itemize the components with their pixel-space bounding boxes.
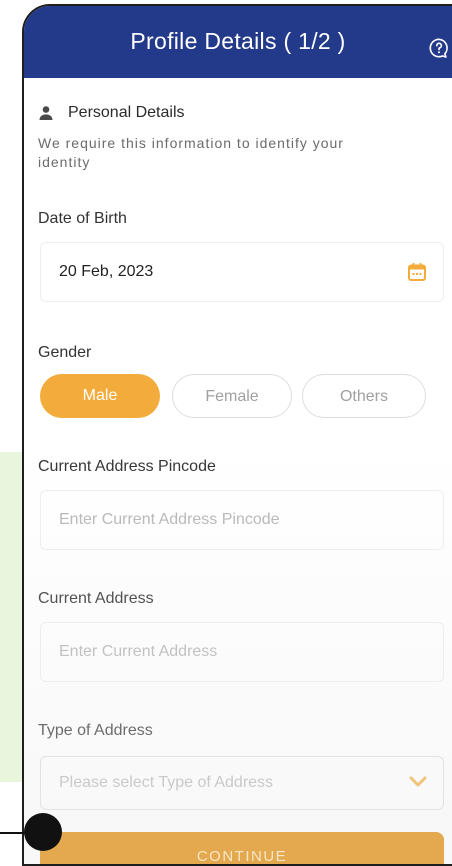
gender-selector: Male Female Others — [40, 374, 450, 418]
gender-option-others[interactable]: Others — [302, 374, 426, 418]
page-title: Profile Details ( 1/2 ) — [130, 28, 346, 54]
pincode-placeholder: Enter Current Address Pincode — [59, 511, 280, 528]
address-label: Current Address — [38, 590, 154, 607]
section-title: Personal Details — [68, 104, 185, 121]
gender-option-female[interactable]: Female — [172, 374, 292, 418]
address-type-placeholder: Please select Type of Address — [59, 774, 274, 791]
dob-field[interactable]: 20 Feb, 2023 — [40, 242, 444, 302]
help-chat-icon[interactable] — [428, 37, 450, 59]
continue-button[interactable]: CONTINUE — [40, 832, 444, 864]
gender-option-male[interactable]: Male — [40, 374, 160, 418]
section-header: Personal Details — [38, 104, 185, 122]
calendar-icon[interactable] — [407, 262, 427, 282]
gender-label: Gender — [38, 344, 92, 361]
chevron-down-icon — [409, 776, 427, 787]
dob-value: 20 Feb, 2023 — [59, 263, 154, 280]
address-type-select[interactable]: Please select Type of Address — [40, 756, 444, 810]
person-icon — [39, 106, 53, 120]
app-header: Profile Details ( 1/2 ) — [24, 6, 452, 78]
pincode-label: Current Address Pincode — [38, 458, 216, 475]
pincode-input[interactable]: Enter Current Address Pincode — [40, 490, 444, 550]
address-type-label: Type of Address — [38, 722, 153, 739]
address-input[interactable]: Enter Current Address — [40, 622, 444, 682]
section-subtitle: We require this information to identify … — [38, 135, 344, 170]
phone-screen: Profile Details ( 1/2 ) Personal Details… — [22, 4, 452, 866]
address-placeholder: Enter Current Address — [59, 643, 218, 660]
dob-label: Date of Birth — [38, 210, 127, 227]
annotation-pointer-dot — [24, 813, 62, 851]
